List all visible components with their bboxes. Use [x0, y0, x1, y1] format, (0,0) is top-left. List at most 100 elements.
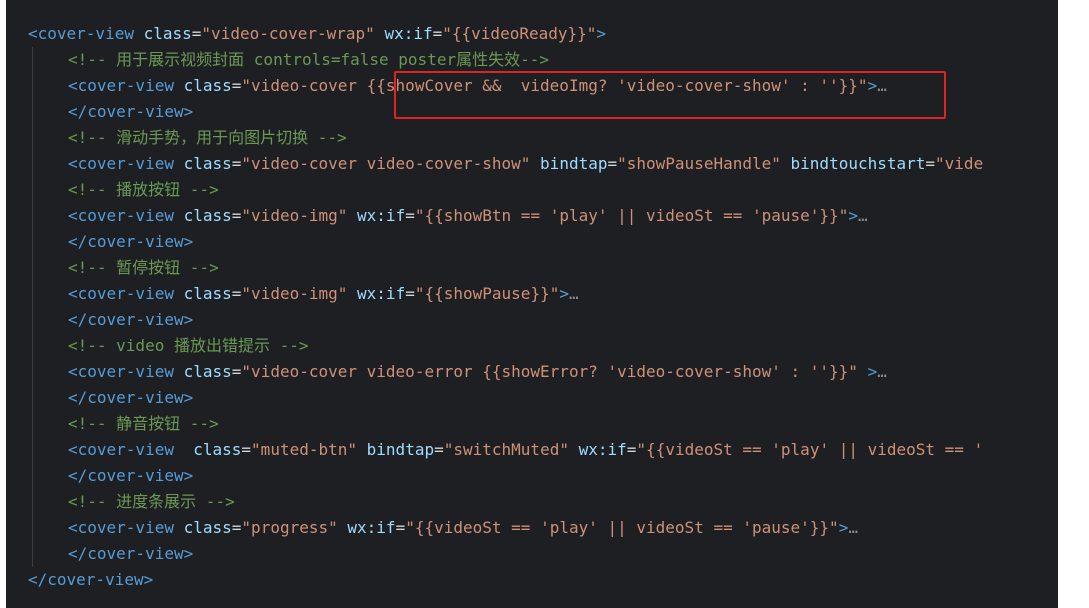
code-token: "progress"	[241, 518, 338, 537]
code-token: </cover-view>	[68, 544, 194, 563]
code-line[interactable]: <!-- 播放按钮 -->	[68, 177, 219, 203]
page-margin-right	[1058, 0, 1089, 608]
code-token: =	[231, 206, 242, 225]
code-line[interactable]: <cover-view class="video-cover-wrap" wx:…	[28, 21, 606, 47]
code-token: <cover-view	[68, 362, 174, 381]
code-token: =	[405, 206, 415, 225]
code-token: "{{showPause}}"	[414, 284, 560, 303]
clipped-line-above	[6, 0, 1058, 14]
code-line[interactable]: <!-- 暂停按钮 -->	[68, 255, 219, 281]
code-token: =	[231, 362, 242, 381]
code-token: =	[231, 284, 242, 303]
code-token: =	[395, 518, 406, 537]
code-line[interactable]: </cover-view>	[28, 567, 153, 593]
code-token: <!-- 暂停按钮 -->	[68, 258, 219, 277]
code-token: <cover-view	[68, 154, 174, 173]
code-token: =	[231, 76, 242, 95]
code-token: "{{showBtn == 'play' || videoSt == 'paus…	[414, 206, 849, 225]
code-line[interactable]: </cover-view>	[68, 229, 193, 255]
code-token: <!-- 静音按钮 -->	[68, 414, 219, 433]
code-line[interactable]: </cover-view>	[68, 385, 193, 411]
code-token: </cover-view>	[68, 388, 194, 407]
code-token: "vide	[935, 154, 984, 173]
code-token: wx:if	[357, 284, 406, 303]
code-token: >	[867, 362, 878, 381]
code-token: class	[183, 206, 232, 225]
code-token: …	[877, 362, 887, 381]
code-line[interactable]: <!-- video 播放出错提示 -->	[68, 333, 309, 359]
code-token: <!-- 滑动手势，用于向图片切换 -->	[68, 128, 347, 147]
code-line[interactable]: </cover-view>	[68, 99, 193, 125]
code-line[interactable]: </cover-view>	[68, 541, 193, 567]
code-token: class	[183, 518, 232, 537]
code-token: class	[183, 76, 232, 95]
code-token: "video-img"	[241, 206, 348, 225]
code-line[interactable]: </cover-view>	[68, 463, 193, 489]
code-token: bindtouchstart	[790, 154, 926, 173]
code-line[interactable]: <cover-view class="video-img" wx:if="{{s…	[68, 281, 579, 307]
code-line[interactable]: <!-- 滑动手势，用于向图片切换 -->	[68, 125, 347, 151]
code-token: …	[848, 518, 858, 537]
code-line[interactable]: <!-- 静音按钮 -->	[68, 411, 219, 437]
code-token: =	[925, 154, 936, 173]
code-token: "{{videoSt == 'play' || videoSt == 'paus…	[405, 518, 839, 537]
code-token: =	[432, 24, 443, 43]
code-token: bindtap	[540, 154, 608, 173]
code-editor[interactable]: <cover-view class="video-cover-wrap" wx:…	[6, 14, 1058, 608]
code-line[interactable]: <!-- 进度条展示 -->	[68, 489, 235, 515]
code-token: <cover-view	[68, 76, 174, 95]
code-line[interactable]: <cover-view class="muted-btn" bindtap="s…	[68, 437, 983, 463]
code-line[interactable]: <cover-view class="video-cover video-err…	[68, 359, 887, 385]
code-token: wx:if	[357, 206, 406, 225]
code-token: <!-- 进度条展示 -->	[68, 492, 235, 511]
code-token: >	[596, 24, 607, 43]
code-token: =	[626, 440, 637, 459]
code-line[interactable]: </cover-view>	[68, 307, 193, 333]
code-token: <cover-view	[68, 440, 174, 459]
indent-guide	[32, 47, 33, 567]
code-token: =	[241, 440, 252, 459]
code-line[interactable]: <cover-view class="video-cover video-cov…	[68, 151, 983, 177]
code-token: "video-img"	[241, 284, 348, 303]
code-token: >	[838, 518, 849, 537]
highlight-annotation-box	[394, 71, 946, 119]
code-token: =	[607, 154, 618, 173]
code-token: </cover-view>	[68, 310, 194, 329]
code-token: </cover-view>	[68, 232, 194, 251]
code-token: </cover-view>	[68, 466, 194, 485]
code-token: =	[434, 440, 444, 459]
code-line[interactable]: <cover-view class="progress" wx:if="{{vi…	[68, 515, 858, 541]
code-token: </cover-view>	[68, 102, 194, 121]
code-token: "video-cover-wrap"	[201, 24, 375, 43]
code-token: =	[231, 154, 242, 173]
code-token: wx:if	[347, 518, 396, 537]
code-line[interactable]: <!-- 用于展示视频封面 controls=false poster属性失效-…	[68, 47, 549, 73]
code-token: …	[857, 206, 868, 225]
code-token: =	[231, 518, 242, 537]
code-token: "video-cover video-cover-show"	[241, 154, 531, 173]
code-token: "{{videoSt == 'play' || videoSt == '	[636, 440, 984, 459]
code-token: "switchMuted"	[443, 440, 569, 459]
code-line[interactable]: <cover-view class="video-img" wx:if="{{s…	[68, 203, 868, 229]
code-token: wx:if	[384, 24, 433, 43]
code-token: >	[848, 206, 858, 225]
code-token: <!-- 播放按钮 -->	[68, 180, 219, 199]
code-token: bindtap	[366, 440, 435, 459]
code-token: …	[568, 284, 579, 303]
code-token: wx:if	[578, 440, 627, 459]
